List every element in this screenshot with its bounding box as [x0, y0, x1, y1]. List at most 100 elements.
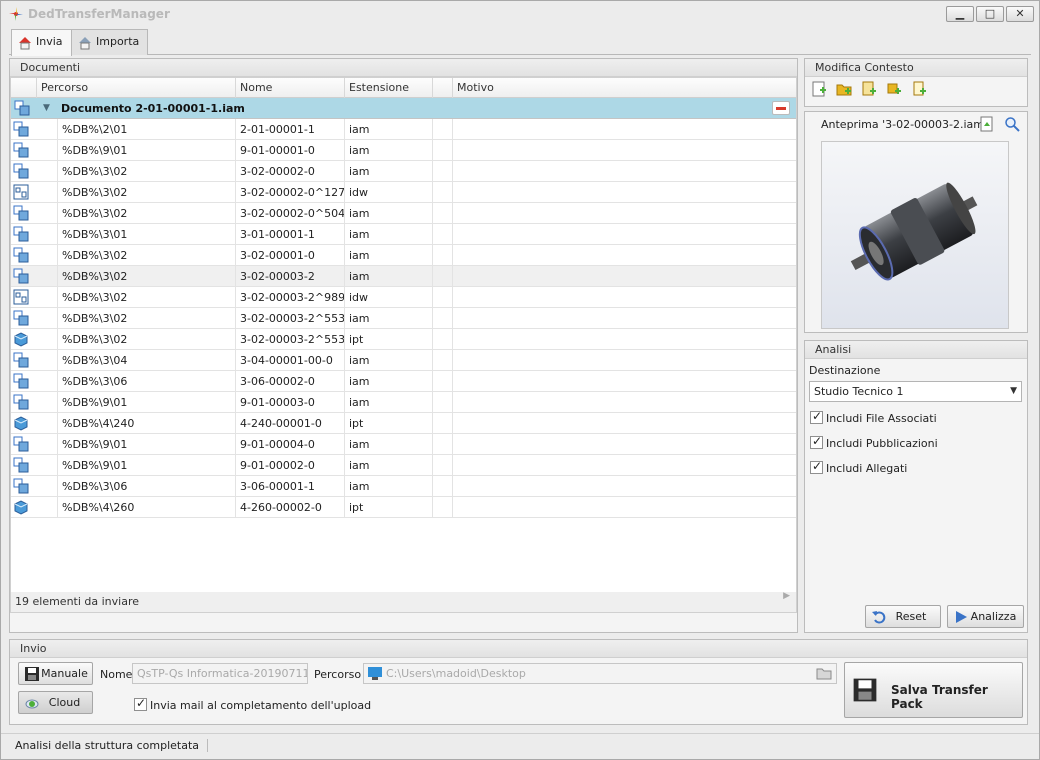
- assembly-group-icon: [14, 100, 30, 116]
- grid-icon-column: [11, 78, 37, 98]
- column-estensione[interactable]: Estensione: [345, 78, 433, 98]
- cell-percorso: %DB%\9\01: [58, 392, 236, 413]
- indent-cell: [37, 308, 58, 329]
- add-folder-icon[interactable]: [836, 81, 852, 97]
- maximize-button[interactable]: □: [976, 6, 1004, 22]
- cell-percorso: %DB%\3\02: [58, 287, 236, 308]
- table-row[interactable]: %DB%\3\01 3-01-00001-1 iam: [11, 224, 796, 245]
- cell-blank: [433, 329, 453, 350]
- table-row[interactable]: %DB%\3\04 3-04-00001-00-0 iam: [11, 350, 796, 371]
- cell-blank: [433, 350, 453, 371]
- destination-select[interactable]: Studio Tecnico 1 ▼: [809, 381, 1022, 402]
- save-floppy-icon: [853, 678, 877, 702]
- cell-blank: [433, 413, 453, 434]
- cell-nome: 3-02-00003-2^989...: [236, 287, 345, 308]
- column-motivo[interactable]: Motivo: [453, 78, 796, 98]
- analyze-button[interactable]: Analizza: [947, 605, 1024, 628]
- minimize-icon: ▁: [955, 7, 965, 20]
- table-row[interactable]: %DB%\3\06 3-06-00002-0 iam: [11, 371, 796, 392]
- cell-estensione: iam: [345, 140, 433, 161]
- cell-motivo: [453, 203, 796, 224]
- cloud-icon: [25, 699, 39, 709]
- cell-motivo: [453, 161, 796, 182]
- cell-percorso: %DB%\3\02: [58, 245, 236, 266]
- reset-button[interactable]: Reset: [865, 605, 941, 628]
- cell-blank: [433, 161, 453, 182]
- export-preview-icon[interactable]: [979, 116, 995, 132]
- cell-motivo: [453, 455, 796, 476]
- group-expand-icon[interactable]: ▼: [43, 103, 50, 113]
- zoom-icon[interactable]: [1004, 116, 1020, 132]
- cell-estensione: iam: [345, 308, 433, 329]
- cell-motivo: [453, 413, 796, 434]
- context-header: Modifica Contesto: [805, 59, 1027, 77]
- save-transfer-pack-button[interactable]: Salva Transfer Pack: [844, 662, 1023, 718]
- table-row[interactable]: %DB%\4\240 4-240-00001-0 ipt: [11, 413, 796, 434]
- table-row[interactable]: %DB%\4\260 4-260-00002-0 ipt: [11, 497, 796, 518]
- include-attachments-label[interactable]: Includi Allegati: [826, 462, 907, 475]
- column-blank[interactable]: [433, 78, 453, 98]
- preview-title: Anteprima '3-02-00003-2.iam': [821, 118, 988, 131]
- browse-folder-icon[interactable]: [816, 667, 832, 680]
- table-row[interactable]: %DB%\3\02 3-02-00003-2 iam: [11, 266, 796, 287]
- play-icon: [956, 611, 967, 623]
- table-row[interactable]: %DB%\3\02 3-02-00001-0 iam: [11, 245, 796, 266]
- analysis-header: Analisi: [805, 341, 1027, 359]
- include-attachments-checkbox[interactable]: [810, 459, 823, 474]
- add-part-icon[interactable]: [886, 81, 902, 97]
- assembly-icon: [13, 205, 29, 221]
- reset-icon: [872, 611, 886, 624]
- cell-estensione: ipt: [345, 413, 433, 434]
- model-preview-image: [821, 141, 1009, 329]
- cell-estensione: iam: [345, 161, 433, 182]
- path-label: Percorso: [314, 668, 362, 681]
- include-publications-label[interactable]: Includi Pubblicazioni: [826, 437, 938, 450]
- pack-name-field[interactable]: QsTP-Qs Informatica-201907111...: [132, 663, 308, 684]
- table-row[interactable]: %DB%\2\01 2-01-00001-1 iam: [11, 119, 796, 140]
- table-row[interactable]: %DB%\9\01 9-01-00003-0 iam: [11, 392, 796, 413]
- scroll-right-icon[interactable]: ▶: [783, 586, 790, 606]
- tab-importa[interactable]: Importa: [71, 29, 149, 55]
- path-field[interactable]: C:\Users\madoid\Desktop: [363, 663, 837, 684]
- include-associated-label[interactable]: Includi File Associati: [826, 412, 937, 425]
- send-mail-checkbox[interactable]: [134, 696, 147, 711]
- table-row[interactable]: %DB%\3\02 3-02-00003-2^553... ipt: [11, 329, 796, 350]
- remove-group-button[interactable]: [772, 101, 790, 115]
- drawing-icon: [13, 184, 29, 200]
- cell-motivo: [453, 476, 796, 497]
- new-document-icon[interactable]: [811, 81, 827, 97]
- tab-invia[interactable]: Invia: [11, 29, 72, 56]
- manual-button[interactable]: Manuale: [18, 662, 93, 685]
- send-mail-label[interactable]: Invia mail al completamento dell'upload: [150, 699, 371, 712]
- add-attachment-icon[interactable]: [911, 81, 927, 97]
- table-row[interactable]: %DB%\3\02 3-02-00003-2^553... iam: [11, 308, 796, 329]
- include-associated-checkbox[interactable]: [810, 409, 823, 424]
- indent-cell: [37, 245, 58, 266]
- cell-percorso: %DB%\3\02: [58, 329, 236, 350]
- column-nome[interactable]: Nome: [236, 78, 345, 98]
- indent-cell: [37, 350, 58, 371]
- table-row[interactable]: %DB%\9\01 9-01-00002-0 iam: [11, 455, 796, 476]
- desktop-icon: [368, 667, 382, 680]
- indent-cell: [37, 329, 58, 350]
- group-row[interactable]: ▼ Documento 2-01-00001-1.iam: [11, 98, 796, 119]
- include-publications-checkbox[interactable]: [810, 434, 823, 449]
- table-row[interactable]: %DB%\9\01 9-01-00004-0 iam: [11, 434, 796, 455]
- assembly-icon: [13, 142, 29, 158]
- cell-nome: 9-01-00001-0: [236, 140, 345, 161]
- table-row[interactable]: %DB%\3\02 3-02-00003-2^989... idw: [11, 287, 796, 308]
- cell-nome: 3-06-00002-0: [236, 371, 345, 392]
- table-row[interactable]: %DB%\3\02 3-02-00002-0^127... idw: [11, 182, 796, 203]
- minimize-button[interactable]: ▁: [946, 6, 974, 22]
- cell-blank: [433, 455, 453, 476]
- table-row[interactable]: %DB%\3\02 3-02-00002-0 iam: [11, 161, 796, 182]
- cell-nome: 9-01-00002-0: [236, 455, 345, 476]
- add-file-icon[interactable]: [861, 81, 877, 97]
- cell-estensione: iam: [345, 392, 433, 413]
- close-button[interactable]: ✕: [1006, 6, 1034, 22]
- table-row[interactable]: %DB%\3\06 3-06-00001-1 iam: [11, 476, 796, 497]
- cloud-button[interactable]: Cloud: [18, 691, 93, 714]
- column-percorso[interactable]: Percorso: [37, 78, 236, 98]
- table-row[interactable]: %DB%\3\02 3-02-00002-0^504... iam: [11, 203, 796, 224]
- table-row[interactable]: %DB%\9\01 9-01-00001-0 iam: [11, 140, 796, 161]
